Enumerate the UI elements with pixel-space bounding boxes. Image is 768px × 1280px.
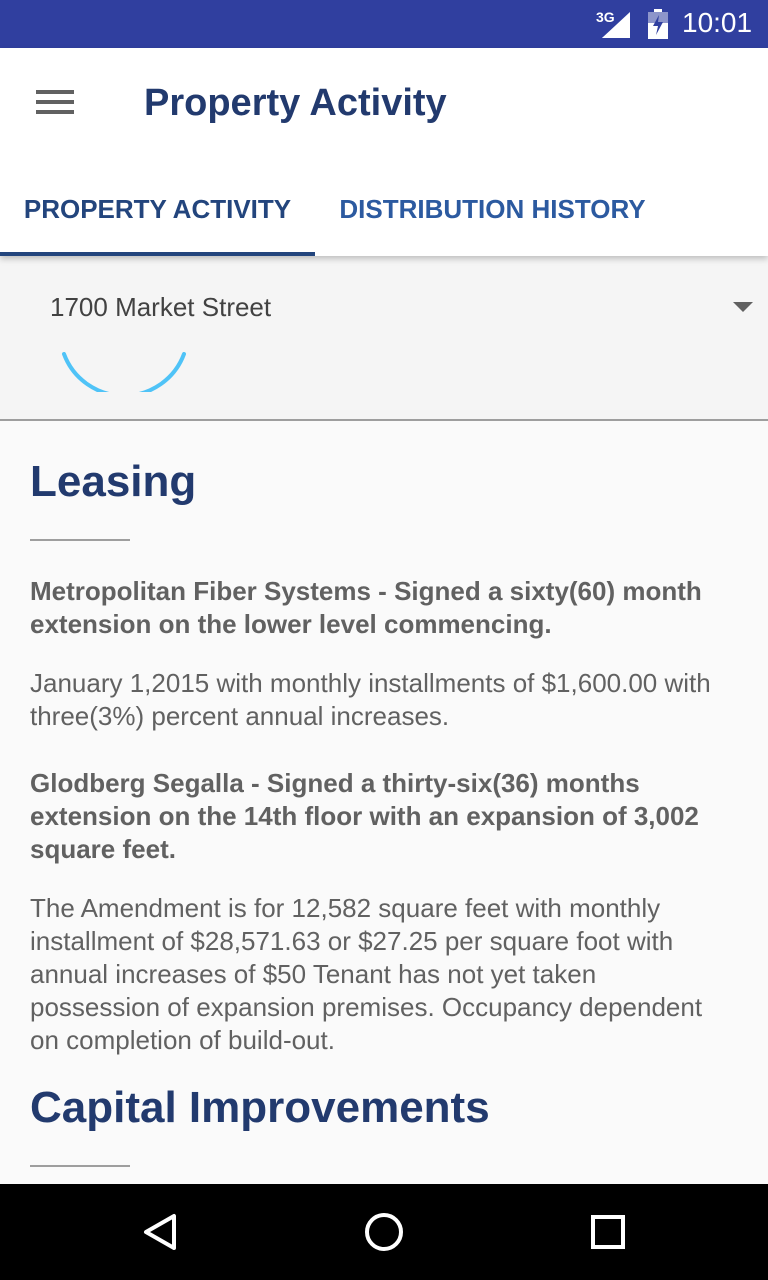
tab-bar: PROPERTY ACTIVITY DISTRIBUTION HISTORY [0,178,768,256]
property-selector[interactable]: 1700 Market Street [0,256,768,421]
navigation-bar [0,1184,768,1280]
section-title-leasing: Leasing [30,457,197,506]
loading-spinner [62,352,186,392]
screen: 3G 10:01 Property Activity PROPERTY ACTI… [0,0,768,1280]
battery-icon [648,9,668,39]
section-title-capital-improvements: Capital Improvements [30,1083,490,1132]
section-divider [30,1165,130,1167]
home-icon[interactable] [360,1208,408,1256]
page-title: Property Activity [144,82,447,124]
signal-icon [602,12,630,38]
activity-content: Leasing Metropolitan Fiber Systems - Sig… [0,421,768,1184]
leasing-paragraph: Metropolitan Fiber Systems - Signed a si… [30,576,702,639]
selected-property[interactable]: 1700 Market Street [50,292,271,323]
tab-property-activity[interactable]: PROPERTY ACTIVITY [0,178,315,256]
recents-icon[interactable] [584,1208,632,1256]
tab-distribution-history[interactable]: DISTRIBUTION HISTORY [315,178,670,256]
hamburger-menu-icon[interactable] [28,82,84,126]
app-bar: Property Activity PROPERTY ACTIVITY DIST… [0,48,768,256]
clock: 10:01 [682,7,753,38]
leasing-paragraph: Glodberg Segalla - Signed a thirty-six(3… [30,768,699,864]
status-bar: 3G 10:01 [0,0,768,48]
dropdown-arrow-icon[interactable] [733,302,753,312]
leasing-paragraph: The Amendment is for 12,582 square feet … [30,893,703,1055]
selected-tab-indicator [0,252,315,256]
leasing-paragraph: January 1,2015 with monthly installments… [30,668,711,731]
section-divider [30,539,130,541]
back-icon[interactable] [136,1208,184,1256]
